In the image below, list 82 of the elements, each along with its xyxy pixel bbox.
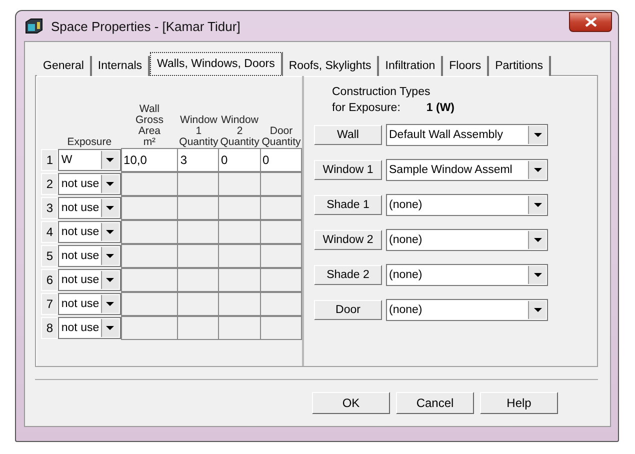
column-header: Exposure <box>67 137 112 148</box>
table-cell[interactable] <box>120 196 178 220</box>
table-cell[interactable] <box>219 244 261 268</box>
tab[interactable]: Floors <box>443 56 490 76</box>
table-cell[interactable] <box>219 172 261 196</box>
row-number: 5 <box>41 245 58 267</box>
column-header: Wall Gross Area m² <box>135 104 164 148</box>
construction-button[interactable]: Wall <box>314 125 382 145</box>
table-cell[interactable] <box>260 196 302 220</box>
construction-dropdown[interactable]: (none) <box>386 299 548 321</box>
table-cell[interactable] <box>219 220 261 244</box>
construction-dropdown[interactable]: Sample Window Asseml <box>386 159 548 181</box>
exposure-label: for Exposure: <box>332 101 400 116</box>
table-cell[interactable]: 3 <box>178 148 220 172</box>
table-cell[interactable] <box>260 172 302 196</box>
building-icon <box>25 18 43 34</box>
exposure-dropdown[interactable]: not use <box>58 245 121 267</box>
construction-dropdown[interactable]: Default Wall Assembly <box>386 124 548 146</box>
table-cell[interactable] <box>120 220 178 244</box>
exposure-value: 1 (W) <box>426 101 455 116</box>
close-button[interactable] <box>569 12 612 32</box>
table-cell[interactable] <box>120 172 178 196</box>
row-number: 7 <box>41 293 58 315</box>
table-cell[interactable] <box>260 220 302 244</box>
table-cell[interactable] <box>260 292 302 316</box>
construction-button[interactable]: Window 2 <box>314 230 382 250</box>
exposure-dropdown[interactable]: not use <box>58 221 121 243</box>
exposure-dropdown[interactable]: not use <box>58 197 121 219</box>
construction-button[interactable]: Window 1 <box>314 160 382 180</box>
table-cell[interactable] <box>178 292 220 316</box>
construction-button[interactable]: Door <box>314 300 382 320</box>
construction-dropdown[interactable]: (none) <box>386 229 548 251</box>
row-number: 8 <box>41 317 58 339</box>
tab[interactable]: Partitions <box>489 56 552 76</box>
tab[interactable]: Internals <box>92 56 150 76</box>
column-header: Window 1 Quantity <box>179 115 218 148</box>
table-cell[interactable] <box>120 244 178 268</box>
row-number: 1 <box>41 149 58 171</box>
table-cell[interactable] <box>260 244 302 268</box>
table-cell[interactable] <box>178 220 220 244</box>
table-cell[interactable] <box>120 292 178 316</box>
table-cell[interactable] <box>260 316 302 340</box>
construction-button[interactable]: Shade 1 <box>314 195 382 215</box>
table-cell[interactable] <box>178 172 220 196</box>
table-cell[interactable] <box>178 196 220 220</box>
exposure-dropdown[interactable]: not use <box>58 269 121 291</box>
row-number: 2 <box>41 173 58 195</box>
row-number: 6 <box>41 269 58 291</box>
construction-button[interactable]: Shade 2 <box>314 265 382 285</box>
dialog-button[interactable]: Help <box>480 392 558 414</box>
tab[interactable]: Roofs, Skylights <box>282 56 380 76</box>
tab[interactable]: Walls, Windows, Doors <box>150 52 283 76</box>
table-cell[interactable] <box>178 268 220 292</box>
table-cell[interactable] <box>120 268 178 292</box>
row-number: 4 <box>41 221 58 243</box>
table-cell[interactable] <box>219 196 261 220</box>
construction-dropdown[interactable]: (none) <box>386 264 548 286</box>
construction-dropdown[interactable]: (none) <box>386 194 548 216</box>
section-heading: Construction Types <box>332 85 432 100</box>
table-cell[interactable] <box>120 316 178 340</box>
close-icon <box>584 17 596 27</box>
exposure-dropdown[interactable]: not use <box>58 317 121 339</box>
table-cell[interactable]: 0 <box>260 148 302 172</box>
dialog-button[interactable]: Cancel <box>396 392 474 414</box>
table-cell[interactable]: 0 <box>219 148 261 172</box>
table-cell[interactable] <box>219 316 261 340</box>
exposure-dropdown[interactable]: not use <box>58 173 121 195</box>
table-cell[interactable] <box>178 316 220 340</box>
exposure-dropdown[interactable]: W <box>58 149 121 171</box>
tab[interactable]: Infiltration <box>379 56 444 76</box>
column-header: Window 2 Quantity <box>220 115 260 148</box>
table-cell[interactable] <box>178 244 220 268</box>
row-number: 3 <box>41 197 58 219</box>
column-header: Door Quantity <box>262 126 301 148</box>
table-cell[interactable] <box>219 292 261 316</box>
window-title: Space Properties - [Kamar Tidur] <box>51 18 240 34</box>
table-cell[interactable] <box>219 268 261 292</box>
tab[interactable]: General <box>37 56 92 76</box>
exposure-dropdown[interactable]: not use <box>58 293 121 315</box>
dialog-button[interactable]: OK <box>312 392 390 414</box>
table-cell[interactable]: 10,0 <box>120 148 178 172</box>
table-cell[interactable] <box>260 268 302 292</box>
